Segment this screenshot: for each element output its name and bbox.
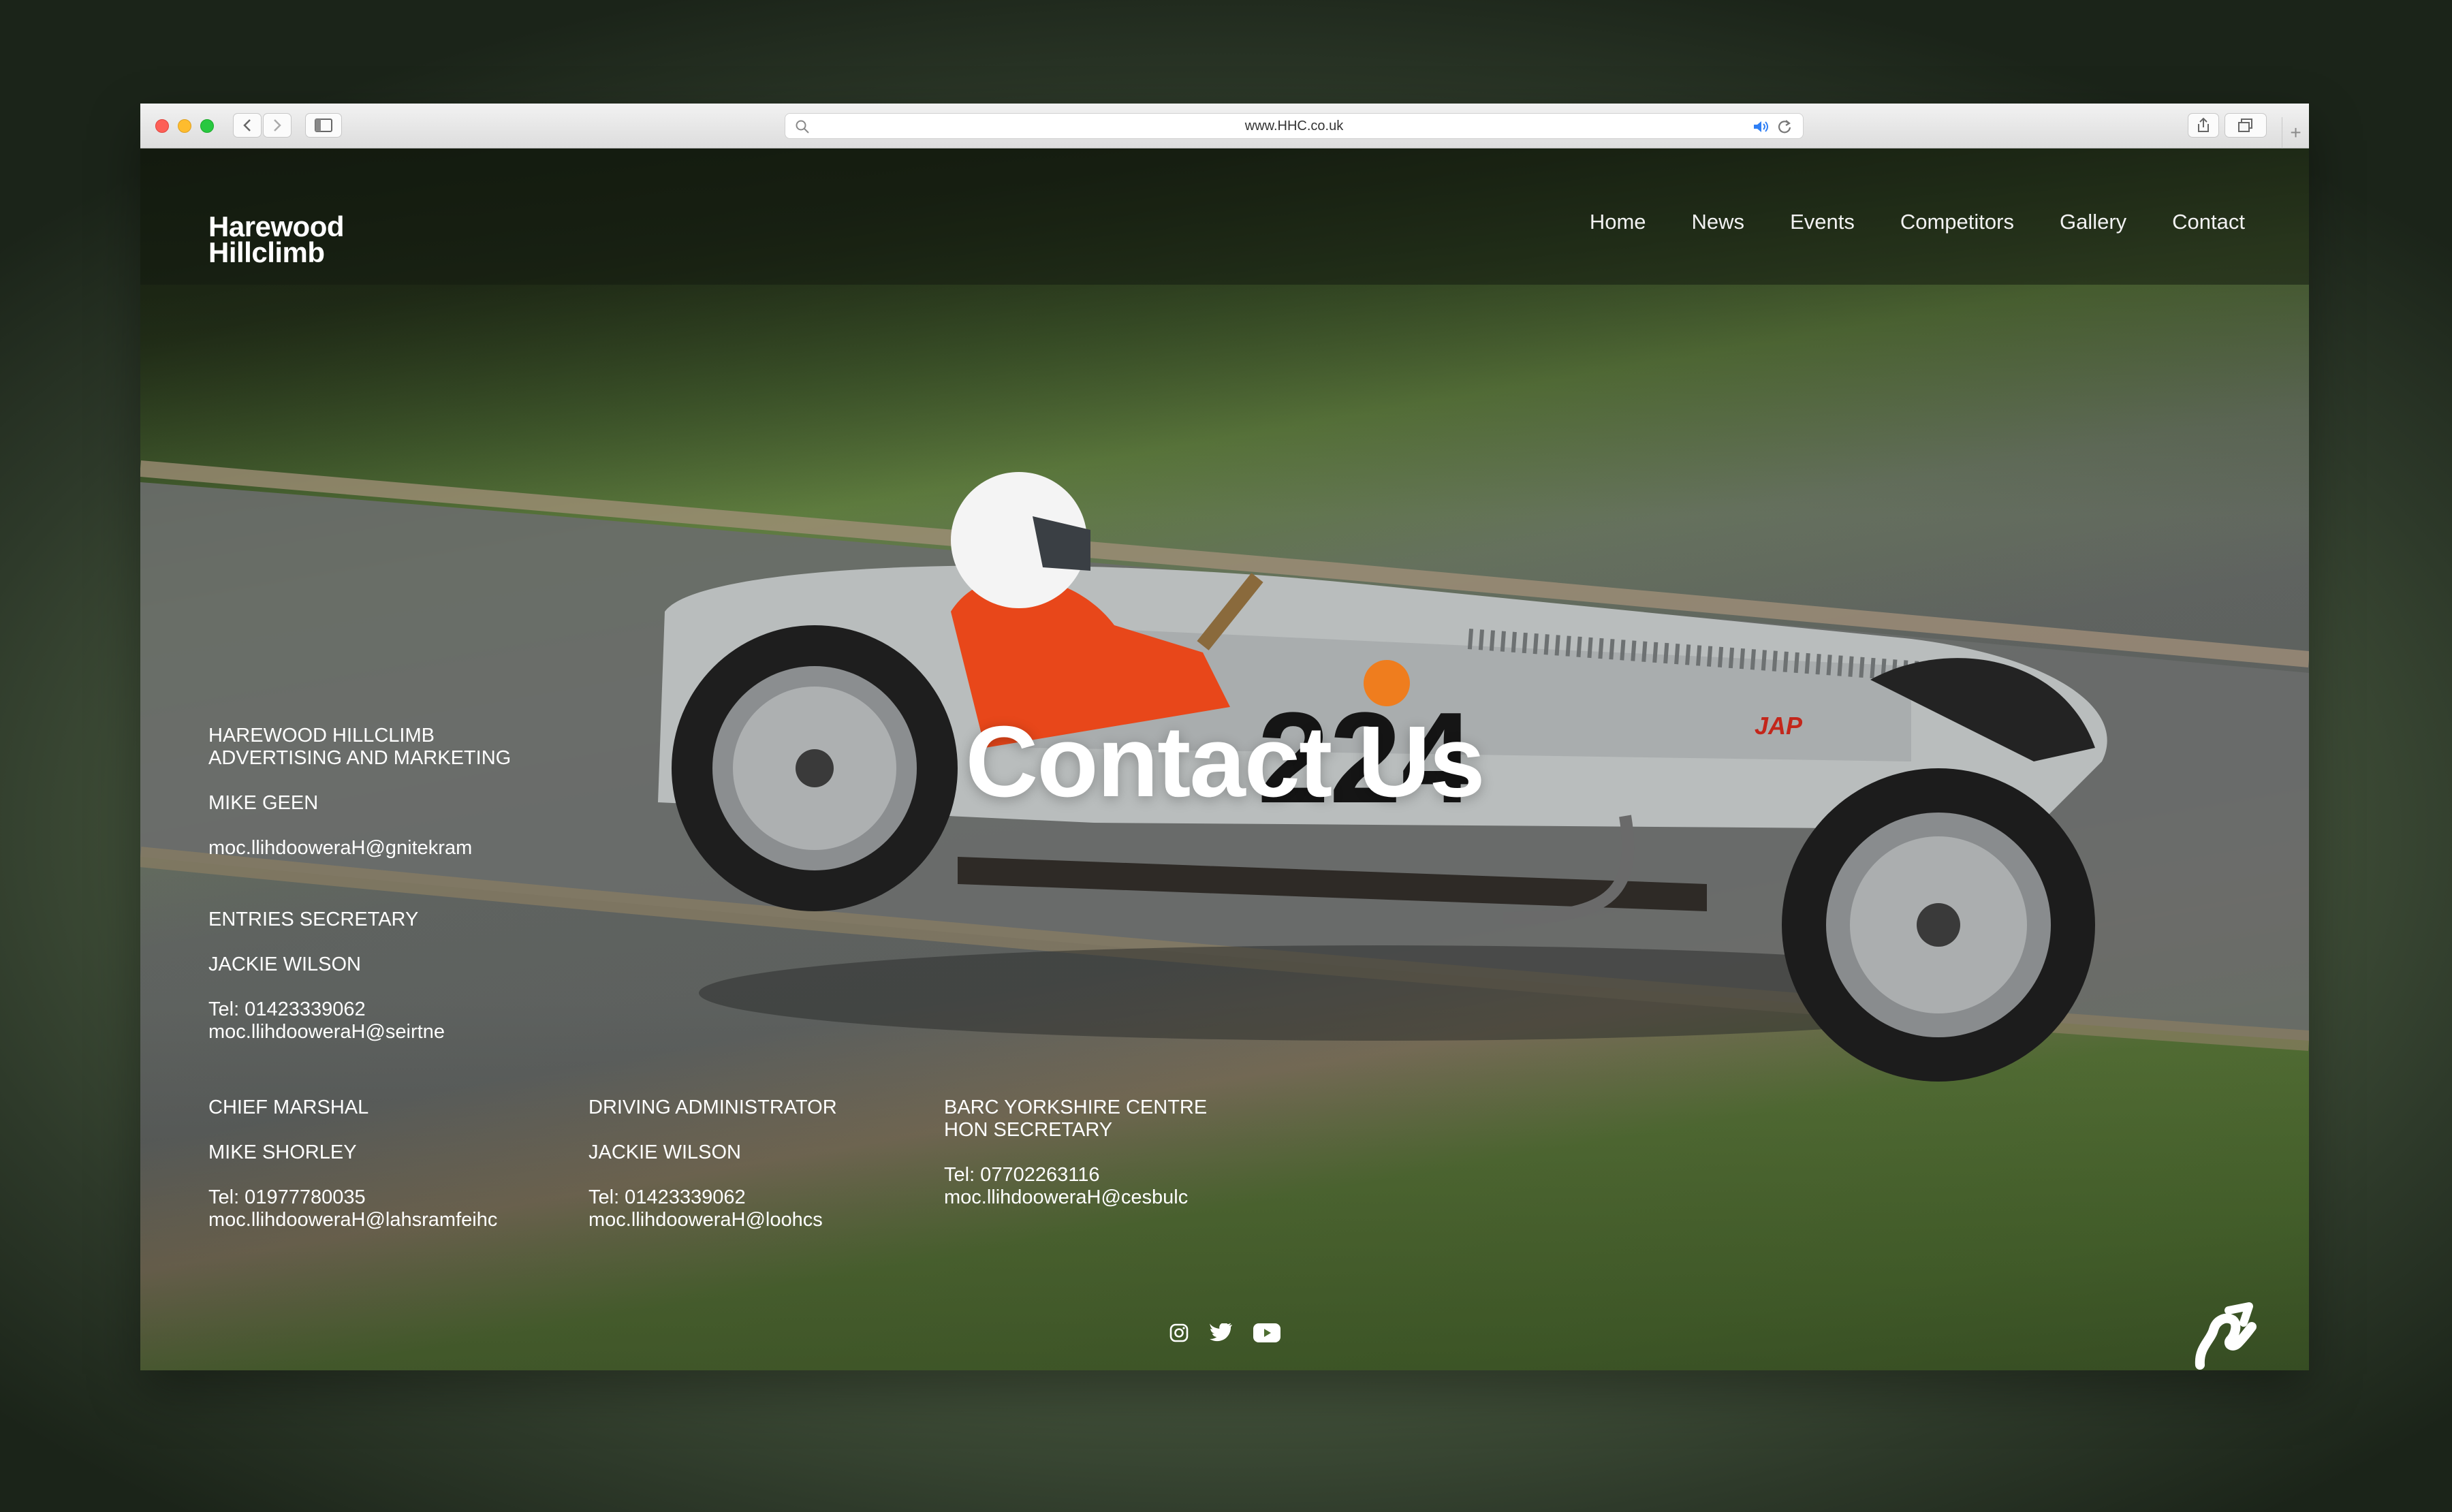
- contact-role: ENTRIES SECRETARY: [208, 909, 419, 930]
- contact-advertising: HAREWOOD HILLCLIMB ADVERTISING AND MARKE…: [208, 725, 511, 860]
- search-icon: [796, 120, 809, 133]
- zoom-window-button[interactable]: [200, 119, 214, 133]
- new-tab-button[interactable]: +: [2282, 117, 2309, 148]
- contact-role: ADVERTISING AND MARKETING: [208, 747, 512, 769]
- nav-contact[interactable]: Contact: [2172, 210, 2245, 234]
- contact-role: HON SECRETARY: [944, 1119, 1113, 1141]
- contact-phone[interactable]: Tel: 01423339062: [208, 998, 445, 1021]
- contact-email[interactable]: moc.llihdooweraH@loohcs: [588, 1209, 837, 1231]
- contact-email[interactable]: moc.llihdooweraH@seirtne: [208, 1021, 445, 1043]
- contact-phone[interactable]: Tel: 01423339062: [588, 1186, 837, 1209]
- forward-button[interactable]: [263, 113, 292, 138]
- nav-events[interactable]: Events: [1790, 210, 1855, 234]
- share-button[interactable]: [2188, 113, 2219, 138]
- contact-page: 224 JAP Harewood Hillclimb Home News Eve…: [140, 148, 2309, 1370]
- contact-chief-marshal: CHIEF MARSHAL MIKE SHORLEY Tel: 01977780…: [208, 1097, 497, 1231]
- contact-name: MIKE SHORLEY: [208, 1141, 357, 1163]
- contact-role: BARC YORKSHIRE CENTRE: [944, 1097, 1208, 1118]
- contact-barc-secretary: BARC YORKSHIRE CENTRE HON SECRETARY Tel:…: [944, 1097, 1207, 1209]
- nav-home[interactable]: Home: [1590, 210, 1646, 234]
- nav-news[interactable]: News: [1692, 210, 1745, 234]
- contact-entries: ENTRIES SECRETARY JACKIE WILSON Tel: 014…: [208, 909, 445, 1043]
- youtube-icon[interactable]: [1253, 1323, 1280, 1342]
- contact-email[interactable]: moc.llihdooweraH@lahsramfeihc: [208, 1209, 497, 1231]
- browser-toolbar: www.HHC.co.uk +: [140, 104, 2309, 148]
- contact-phone[interactable]: Tel: 07702263116: [944, 1164, 1207, 1186]
- chevron-right-icon: [274, 119, 281, 131]
- minimize-window-button[interactable]: [178, 119, 191, 133]
- social-links: [1169, 1323, 1280, 1343]
- nav-competitors[interactable]: Competitors: [1900, 210, 2014, 234]
- chevron-left-icon: [243, 119, 251, 131]
- reload-icon[interactable]: [1777, 119, 1792, 134]
- contact-role: DRIVING ADMINISTRATOR: [588, 1097, 837, 1118]
- contact-role: CHIEF MARSHAL: [208, 1097, 369, 1118]
- contact-name: MIKE GEEN: [208, 792, 319, 814]
- main-nav: Home News Events Competitors Gallery Con…: [1544, 210, 2245, 234]
- back-button[interactable]: [233, 113, 262, 138]
- share-icon: [2198, 117, 2209, 132]
- sidebar-toggle-button[interactable]: [305, 113, 342, 138]
- url-text: www.HHC.co.uk: [1244, 118, 1344, 133]
- contact-phone[interactable]: Tel: 01977780035: [208, 1186, 497, 1209]
- contact-driving-administrator: DRIVING ADMINISTRATOR JACKIE WILSON Tel:…: [588, 1097, 837, 1231]
- logo-line-2: Hillclimb: [208, 236, 325, 268]
- address-bar[interactable]: www.HHC.co.uk: [785, 113, 1804, 139]
- contact-email[interactable]: moc.llihdooweraH@gnitekram: [208, 837, 511, 860]
- nav-gallery[interactable]: Gallery: [2060, 210, 2126, 234]
- instagram-icon[interactable]: [1169, 1323, 1189, 1343]
- contact-name: JACKIE WILSON: [208, 954, 361, 975]
- brand-mark-icon[interactable]: [2193, 1300, 2259, 1370]
- contact-role: HAREWOOD HILLCLIMB: [208, 725, 435, 746]
- site-logo[interactable]: Harewood Hillclimb: [208, 212, 345, 268]
- tabs-icon: [2238, 119, 2252, 132]
- twitter-icon[interactable]: [1210, 1323, 1233, 1342]
- contact-name: JACKIE WILSON: [588, 1141, 741, 1163]
- browser-window: www.HHC.co.uk + 224 JAP Harewood Hillcli…: [140, 104, 2309, 1370]
- tabs-overview-button[interactable]: [2225, 113, 2267, 138]
- close-window-button[interactable]: [155, 119, 169, 133]
- speaker-icon[interactable]: [1752, 120, 1770, 133]
- contact-email[interactable]: moc.llihdooweraH@cesbulc: [944, 1186, 1207, 1209]
- sidebar-icon: [315, 119, 332, 132]
